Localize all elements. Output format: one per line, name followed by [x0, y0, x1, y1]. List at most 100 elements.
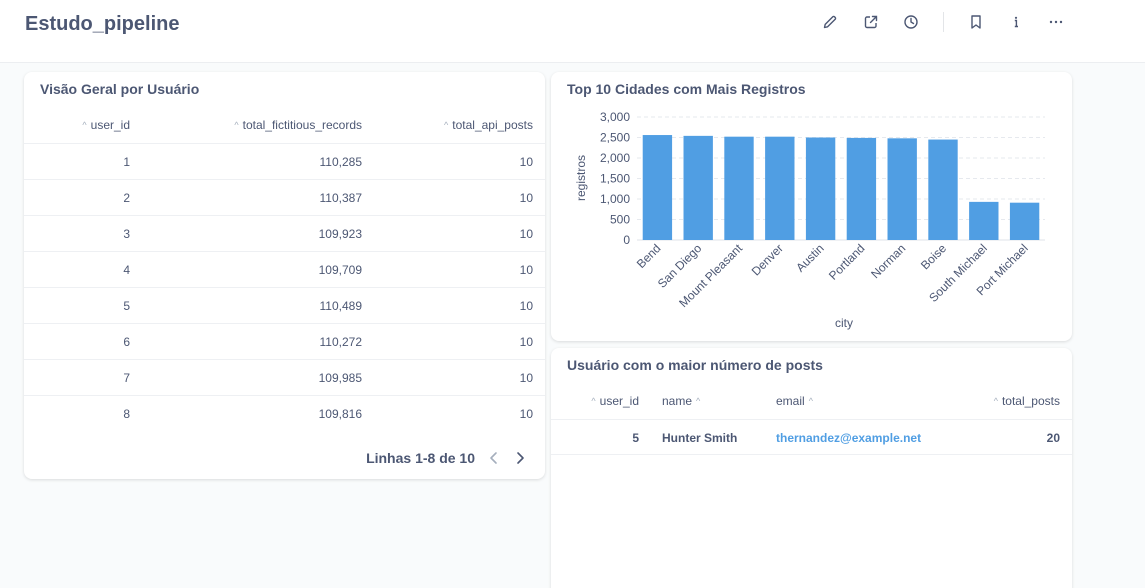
info-icon	[1014, 16, 1018, 28]
sort-caret-icon: ^	[993, 396, 998, 406]
bar-norman	[887, 138, 917, 240]
table-row: 3 109,923 10	[24, 215, 545, 251]
bar-san-diego	[683, 135, 713, 240]
header-divider	[943, 12, 944, 32]
y-tick-label: 2,500	[600, 131, 630, 145]
dashboard-title: Estudo_pipeline	[25, 13, 180, 35]
column-header-user-id[interactable]: ^ user_id	[64, 107, 130, 143]
column-header-user-id[interactable]: ^ user_id	[581, 383, 639, 419]
bar-portland	[846, 137, 877, 240]
pagination: Linhas 1-8 de 10	[366, 446, 531, 470]
cell-user-id: 2	[123, 191, 130, 205]
table-row: 7 109,985 10	[24, 359, 545, 395]
x-axis-title: city	[835, 316, 853, 330]
cell-total-api-posts: 10	[519, 263, 533, 277]
share-icon	[864, 15, 878, 29]
top-user-card: Usuário com o maior número de posts ^ use…	[551, 348, 1072, 588]
cell-total-api-posts: 10	[519, 155, 533, 169]
bookmark-icon	[971, 15, 981, 29]
edit-button[interactable]	[819, 11, 841, 33]
card-title: Visão Geral por Usuário	[40, 81, 200, 97]
top-cities-bar-chart: 05001,0001,5002,0002,5003,000BendSan Die…	[574, 110, 1045, 330]
cell-total-api-posts: 10	[519, 227, 533, 241]
column-header-total-fictitious-records[interactable]: ^ total_fictitious_records	[174, 107, 362, 143]
bar-denver	[765, 136, 795, 240]
x-tick-label: Austin	[793, 241, 826, 274]
y-tick-label: 1,500	[600, 172, 630, 186]
x-tick-label: Bend	[634, 241, 664, 271]
more-button[interactable]	[1045, 11, 1067, 33]
cell-total-fictitious-records: 110,387	[319, 191, 363, 205]
cell-total-fictitious-records: 110,285	[319, 155, 363, 169]
bar-austin	[805, 137, 836, 240]
table-header: ^ user_id name ^ email ^ ^ total_posts	[551, 383, 1072, 419]
table-header: ^ user_id ^ total_fictitious_records ^ tota…	[24, 107, 545, 143]
y-tick-label: 500	[610, 213, 630, 227]
cell-total-posts: 20	[1046, 431, 1060, 445]
overview-card: Visão Geral por Usuário ^ user_id ^ total_…	[24, 72, 545, 479]
table-row: 1 110,285 10	[24, 143, 545, 179]
sort-caret-icon: ^	[808, 396, 813, 406]
chevron-right-icon	[517, 452, 524, 464]
cell-user-id: 6	[123, 335, 130, 349]
column-header-name[interactable]: name ^	[662, 383, 742, 419]
bar-bend	[642, 135, 673, 240]
cell-total-fictitious-records: 110,489	[319, 299, 363, 313]
previous-page-button[interactable]	[483, 447, 505, 469]
top-cities-card: Top 10 Cidades com Mais Registros 0 500 1,…	[551, 72, 1072, 341]
bar-mount-pleasant	[724, 136, 754, 240]
bar-boise	[928, 139, 958, 240]
cell-user-id: 4	[123, 263, 130, 277]
y-axis-title: registros	[574, 155, 588, 201]
bar-port-michael	[1009, 202, 1040, 240]
cell-user-id: 1	[123, 155, 130, 169]
y-tick-label: 0	[623, 233, 630, 247]
cell-user-id: 5	[123, 299, 130, 313]
chevron-left-icon	[490, 452, 497, 464]
sort-caret-icon: ^	[444, 120, 449, 130]
sort-caret-icon: ^	[82, 120, 87, 130]
cell-total-api-posts: 10	[519, 371, 533, 385]
table-row: 2 110,387 10	[24, 179, 545, 215]
cell-total-api-posts: 10	[519, 191, 533, 205]
dashboard-header: Estudo_pipeline	[0, 0, 1145, 63]
more-icon	[1049, 20, 1063, 24]
sort-caret-icon: ^	[696, 396, 701, 406]
table-row: 5 110,489 10	[24, 287, 545, 323]
cell-total-api-posts: 10	[519, 335, 533, 349]
column-header-total-posts[interactable]: ^ total_posts	[971, 383, 1060, 419]
table-row: 6 110,272 10	[24, 323, 545, 359]
column-header-email[interactable]: email ^	[776, 383, 856, 419]
x-tick-label: Portland	[826, 241, 868, 283]
cell-email-link[interactable]: thernandez@example.net	[776, 420, 956, 456]
y-tick-label: 2,000	[600, 151, 630, 165]
cell-user-id: 8	[123, 407, 130, 421]
cell-total-fictitious-records: 109,816	[318, 407, 362, 421]
cell-total-fictitious-records: 109,709	[318, 263, 362, 277]
history-button[interactable]	[900, 11, 922, 33]
bookmark-button[interactable]	[965, 11, 987, 33]
y-tick-label: 1,000	[600, 192, 630, 206]
cell-total-fictitious-records: 110,272	[319, 335, 363, 349]
cell-total-api-posts: 10	[519, 299, 533, 313]
sort-caret-icon: ^	[591, 396, 596, 406]
table-row: 5 Hunter Smith thernandez@example.net 20	[551, 419, 1072, 455]
table-row: 8 109,816 10	[24, 395, 545, 431]
x-tick-label: Norman	[868, 241, 908, 281]
cell-name: Hunter Smith	[662, 431, 738, 445]
cell-total-api-posts: 10	[519, 407, 533, 421]
pencil-icon	[823, 15, 837, 29]
cell-total-fictitious-records: 109,985	[318, 371, 362, 385]
x-tick-label: Boise	[918, 241, 949, 272]
x-tick-label: Denver	[749, 241, 786, 278]
history-icon	[904, 15, 918, 29]
next-page-button[interactable]	[509, 447, 531, 469]
share-button[interactable]	[860, 11, 882, 33]
bar-south-michael	[969, 201, 999, 240]
cell-total-fictitious-records: 109,923	[318, 227, 362, 241]
cell-user-id: 5	[632, 431, 639, 445]
y-tick-label: 3,000	[600, 110, 630, 124]
info-button[interactable]	[1005, 11, 1027, 33]
cell-user-id: 3	[123, 227, 130, 241]
column-header-total-api-posts[interactable]: ^ total_api_posts	[394, 107, 533, 143]
